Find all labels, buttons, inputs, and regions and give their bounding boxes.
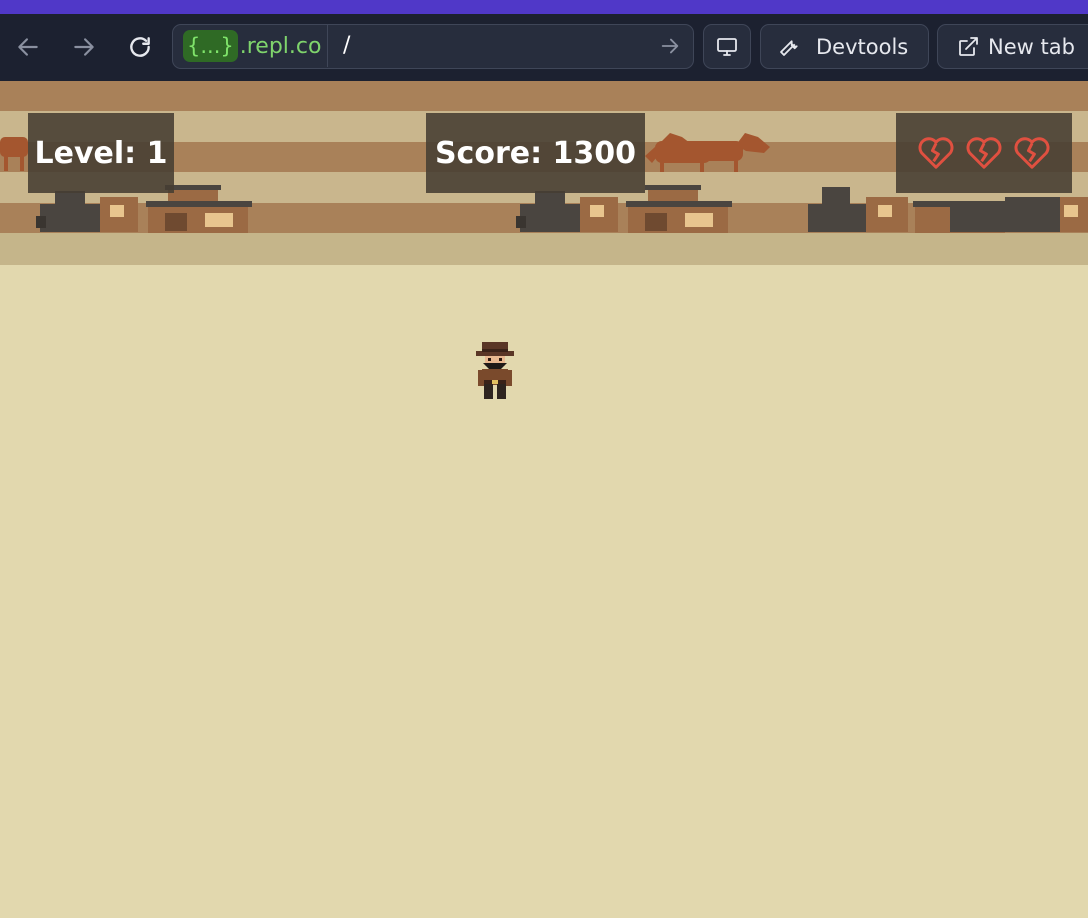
new-tab-button[interactable]: New tab [937,24,1088,69]
repl-badge: {...} [183,30,238,62]
devtools-label: Devtools [816,34,909,59]
level-display: Level: 1 [28,113,174,193]
broken-heart-icon [966,137,1002,169]
reload-icon [130,37,150,57]
address-bar[interactable]: {...} .repl.co / [172,24,694,69]
go-arrow-icon[interactable] [659,35,681,57]
url-domain: .repl.co [239,33,322,59]
lives-display [896,113,1072,193]
back-button[interactable] [13,30,43,64]
cowboy-player [476,342,514,399]
saloon-building [913,197,1088,233]
device-preview-button[interactable] [703,24,751,69]
dirt-stripe [0,81,1088,111]
url-domain-section[interactable]: {...} .repl.co [173,25,328,67]
broken-heart-icon [1014,137,1050,169]
game-canvas[interactable]: Level: 1 Score: 1300 [0,81,1088,918]
external-link-icon [959,36,978,56]
forward-button[interactable] [69,30,99,64]
new-tab-label: New tab [988,34,1075,59]
broken-heart-icon [918,137,954,169]
sand-stripe [0,233,1088,265]
score-display: Score: 1300 [426,113,645,193]
monitor-icon [717,37,737,56]
score-text: Score: 1300 [434,135,637,171]
back-arrow-icon [18,38,38,56]
browser-toolbar: {...} .repl.co / Devtools New tab [0,14,1088,81]
lives-hearts [917,134,1051,172]
game-scenery [0,81,1088,265]
forward-arrow-icon [74,38,94,56]
level-text: Level: 1 [34,135,168,171]
devtools-button[interactable]: Devtools [760,24,929,69]
wrench-icon [780,39,798,56]
browser-accent-bar [0,0,1088,14]
reload-button[interactable] [125,30,155,64]
url-path-input[interactable]: / [343,25,350,67]
